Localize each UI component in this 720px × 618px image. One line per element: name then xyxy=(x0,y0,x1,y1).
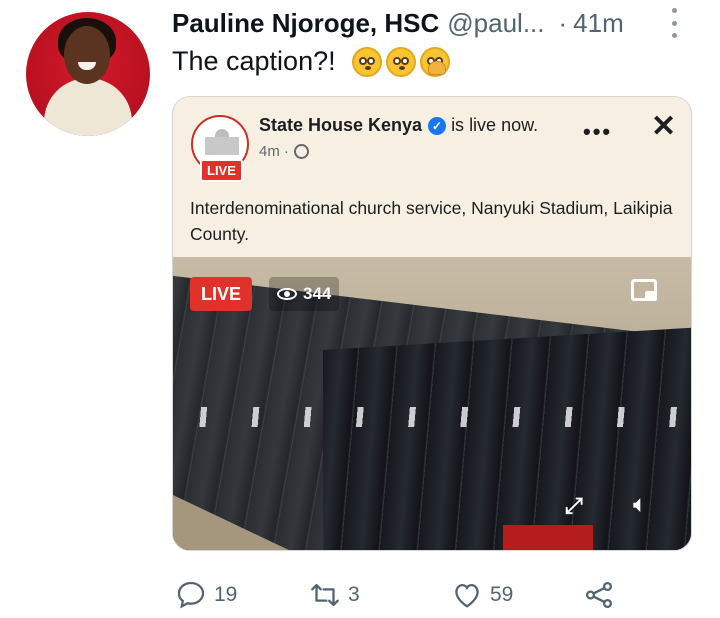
post-more-options-icon[interactable]: ••• xyxy=(583,119,612,145)
fullscreen-icon[interactable]: ⤢ xyxy=(565,493,583,519)
embedded-post-text: Interdenominational church service, Nany… xyxy=(190,198,673,244)
live-video[interactable]: LIVE 344 ⤢ 🔈︎ xyxy=(173,257,691,550)
tweet-header: Pauline Njoroge, HSC @paul... · 41m xyxy=(172,6,624,40)
embedded-post-header: LIVE State House Kenya ✓ is live now. 4m… xyxy=(173,97,691,257)
logo-live-badge: LIVE xyxy=(200,159,243,182)
retweet-count: 3 xyxy=(348,583,360,606)
embedded-meta-separator: · xyxy=(283,143,289,160)
retweet-icon xyxy=(311,583,339,607)
hand-over-mouth-emoji-icon xyxy=(419,46,450,77)
verified-badge-icon: ✓ xyxy=(428,116,447,135)
close-icon[interactable]: ✕ xyxy=(651,109,676,144)
embedded-page-name[interactable]: State House Kenya xyxy=(259,115,422,136)
like-count: 59 xyxy=(490,583,514,606)
live-status-text: is live now. xyxy=(451,115,539,135)
reply-count: 19 xyxy=(214,583,238,606)
avatar-face xyxy=(64,26,110,84)
header-separator: · xyxy=(558,7,568,38)
reply-icon xyxy=(177,581,205,609)
viewer-count: 344 xyxy=(269,277,340,311)
video-flag xyxy=(503,525,593,550)
globe-icon xyxy=(293,144,309,159)
tweet-time[interactable]: 41m xyxy=(573,8,624,39)
volume-icon[interactable]: 🔈︎ xyxy=(633,491,647,519)
author-name[interactable]: Pauline Njoroge, HSC xyxy=(172,8,439,39)
picture-in-picture-icon[interactable] xyxy=(631,279,657,301)
flushed-face-emoji-icon xyxy=(385,46,416,77)
viewer-count-value: 344 xyxy=(303,284,332,303)
retweet-button[interactable]: 3 xyxy=(308,578,360,612)
embedded-post-card[interactable]: LIVE State House Kenya ✓ is live now. 4m… xyxy=(172,96,692,551)
tweet-text-content: The caption?! xyxy=(172,46,336,76)
eye-icon xyxy=(277,288,297,300)
reply-button[interactable]: 19 xyxy=(174,578,237,612)
share-button[interactable] xyxy=(582,578,616,612)
author-avatar[interactable] xyxy=(26,12,150,136)
more-options-icon[interactable] xyxy=(668,8,680,38)
share-icon xyxy=(585,581,613,609)
flushed-face-emoji-icon xyxy=(351,46,382,77)
embedded-post-time[interactable]: 4m xyxy=(259,143,280,160)
video-live-badge: LIVE xyxy=(190,277,252,311)
embedded-page-title: State House Kenya ✓ is live now. xyxy=(259,115,538,136)
like-button[interactable]: 59 xyxy=(450,578,513,612)
avatar-body xyxy=(44,78,132,136)
tweet-actions: 19 3 59 xyxy=(170,578,650,618)
tweet-text: The caption?! xyxy=(172,46,450,77)
embedded-post-meta: 4m · xyxy=(259,143,309,160)
heart-icon xyxy=(455,583,479,608)
author-handle[interactable]: @paul... xyxy=(447,8,544,39)
